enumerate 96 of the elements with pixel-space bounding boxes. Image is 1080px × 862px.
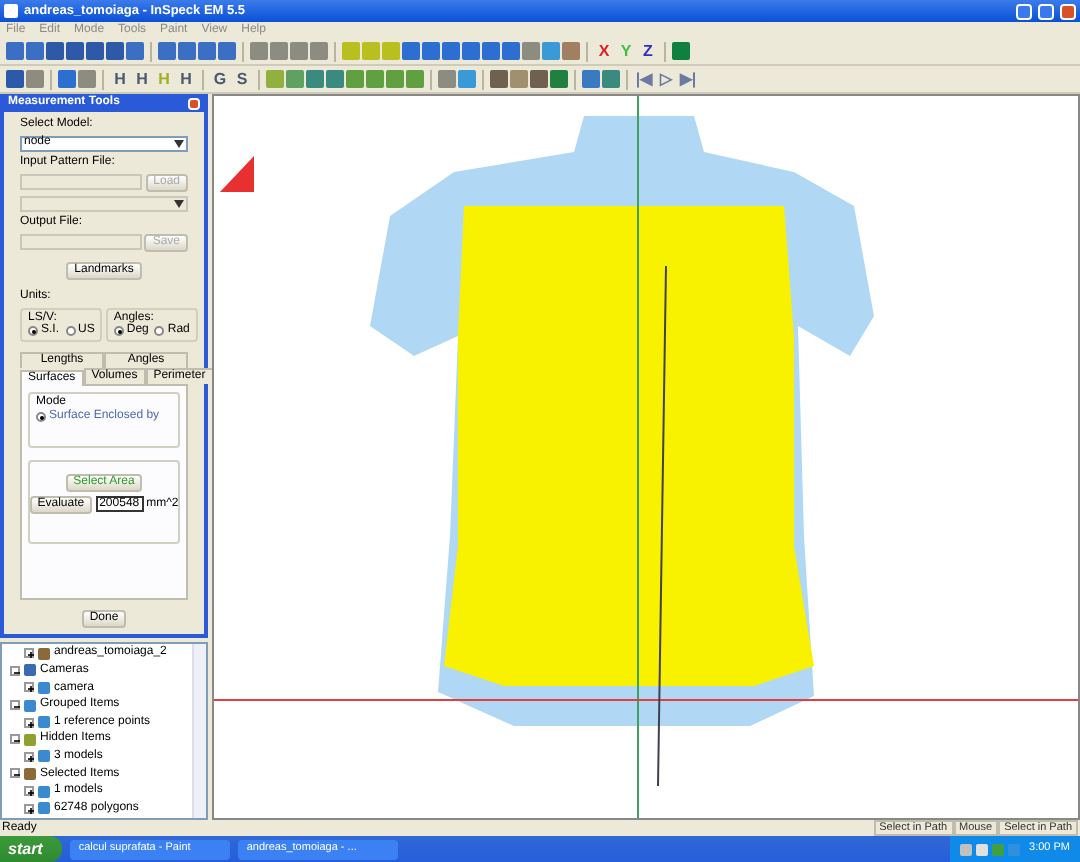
- toolbar-icon[interactable]: [250, 42, 268, 60]
- toolbar-button[interactable]: ▶|: [678, 70, 698, 88]
- dropdown-arrow-icon: [174, 199, 184, 208]
- toolbar-icon[interactable]: [310, 42, 328, 60]
- toolbar-button[interactable]: ▷: [656, 70, 676, 88]
- toolbar-icon[interactable]: [290, 42, 308, 60]
- toolbar-icon[interactable]: [86, 42, 104, 60]
- radio-button[interactable]: [28, 326, 38, 337]
- toolbar-icon[interactable]: [326, 70, 344, 88]
- start-button[interactable]: start: [0, 836, 63, 862]
- node-icon: [24, 733, 36, 746]
- toolbar-button[interactable]: H: [176, 70, 196, 88]
- expand-icon[interactable]: [24, 717, 34, 728]
- toolbar-icon[interactable]: [462, 42, 480, 60]
- toolbar-icon[interactable]: [6, 42, 24, 60]
- toolbar-button[interactable]: H: [132, 70, 152, 88]
- radio-button[interactable]: [65, 326, 76, 337]
- toolbar-icon[interactable]: [46, 42, 64, 60]
- toolbar-icon[interactable]: [6, 70, 24, 88]
- file-field[interactable]: [20, 234, 142, 251]
- toolbar-icon[interactable]: [362, 42, 380, 60]
- toolbar-icon[interactable]: [158, 42, 176, 60]
- toolbar-icon[interactable]: [346, 70, 364, 88]
- scrollbar[interactable]: [192, 644, 206, 818]
- toolbar-icon[interactable]: [78, 70, 96, 88]
- expand-icon[interactable]: [24, 751, 34, 762]
- toolbar-icon[interactable]: [386, 70, 404, 88]
- node-icon: [38, 802, 50, 815]
- toolbar-icon[interactable]: [542, 42, 560, 60]
- toolbar-icon[interactable]: [582, 70, 600, 88]
- node-icon: [24, 664, 36, 677]
- minimize-button[interactable]: [1016, 3, 1032, 19]
- toolbar-icon[interactable]: [58, 70, 76, 88]
- toolbar-icon[interactable]: [482, 42, 500, 60]
- toolbar-icon[interactable]: [562, 42, 580, 60]
- toolbar-icon[interactable]: [218, 42, 236, 60]
- toolbar-button[interactable]: G: [210, 70, 230, 88]
- collapse-icon[interactable]: [10, 768, 20, 779]
- toolbar-icon[interactable]: [26, 70, 44, 88]
- toolbar-icon[interactable]: [306, 70, 324, 88]
- toolbar-icon[interactable]: [402, 42, 420, 60]
- radio-button[interactable]: [154, 326, 165, 337]
- axis-marker: [220, 156, 254, 192]
- toolbar-icon[interactable]: [178, 42, 196, 60]
- toolbar-icon[interactable]: [26, 42, 44, 60]
- expand-icon[interactable]: [24, 786, 34, 797]
- toolbar-icon[interactable]: [502, 42, 520, 60]
- close-button[interactable]: [1060, 3, 1076, 19]
- maximize-button[interactable]: [1038, 3, 1054, 19]
- toolbar-icon[interactable]: [438, 70, 456, 88]
- radio-button[interactable]: [113, 326, 124, 337]
- toolbar-icon[interactable]: [672, 42, 690, 60]
- app-icon: [4, 4, 18, 18]
- node-icon: [24, 699, 36, 712]
- toolbar-button[interactable]: H: [110, 70, 130, 88]
- node-icon: [38, 785, 50, 798]
- toolbar-icon[interactable]: [406, 70, 424, 88]
- expand-icon[interactable]: [24, 803, 34, 814]
- toolbar-icon[interactable]: [602, 70, 620, 88]
- toolbar-icon[interactable]: [198, 42, 216, 60]
- toolbar-icon[interactable]: [366, 70, 384, 88]
- toolbar-button[interactable]: |◀: [634, 70, 654, 88]
- toolbar-icon[interactable]: [458, 70, 476, 88]
- pattern-dropdown[interactable]: [20, 195, 188, 212]
- radio-button[interactable]: [36, 411, 46, 422]
- expand-icon[interactable]: [24, 648, 34, 659]
- toolbar-icon[interactable]: [550, 70, 568, 88]
- toolbar-icon[interactable]: [106, 42, 124, 60]
- toolbar-icon[interactable]: [442, 42, 460, 60]
- expand-icon[interactable]: [24, 682, 34, 693]
- toolbar-icon[interactable]: [422, 42, 440, 60]
- toolbar-button[interactable]: S: [232, 70, 252, 88]
- file-field[interactable]: [20, 174, 143, 191]
- toolbar-icon[interactable]: [530, 70, 548, 88]
- dropdown-arrow-icon: [174, 139, 184, 148]
- toolbar-icon[interactable]: [510, 70, 528, 88]
- toolbar-icon[interactable]: [270, 42, 288, 60]
- collapse-icon[interactable]: [10, 734, 20, 745]
- node-icon: [24, 767, 36, 780]
- toolbar-icon[interactable]: [66, 42, 84, 60]
- node-icon: [38, 681, 50, 694]
- toolbar-icon[interactable]: [126, 42, 144, 60]
- node-icon: [38, 750, 50, 763]
- node-icon: [38, 716, 50, 729]
- toolbar-icon[interactable]: [382, 42, 400, 60]
- close-button[interactable]: [188, 97, 200, 109]
- toolbar-icon[interactable]: [490, 70, 508, 88]
- toolbar-icon[interactable]: [286, 70, 304, 88]
- toolbar-icon[interactable]: [522, 42, 540, 60]
- toolbar-button[interactable]: Z: [638, 42, 658, 60]
- toolbar-icon[interactable]: [266, 70, 284, 88]
- toolbar-icon[interactable]: [342, 42, 360, 60]
- node-icon: [38, 647, 50, 660]
- collapse-icon[interactable]: [10, 665, 20, 676]
- toolbar-button[interactable]: X: [594, 42, 614, 60]
- collapse-icon[interactable]: [10, 700, 20, 711]
